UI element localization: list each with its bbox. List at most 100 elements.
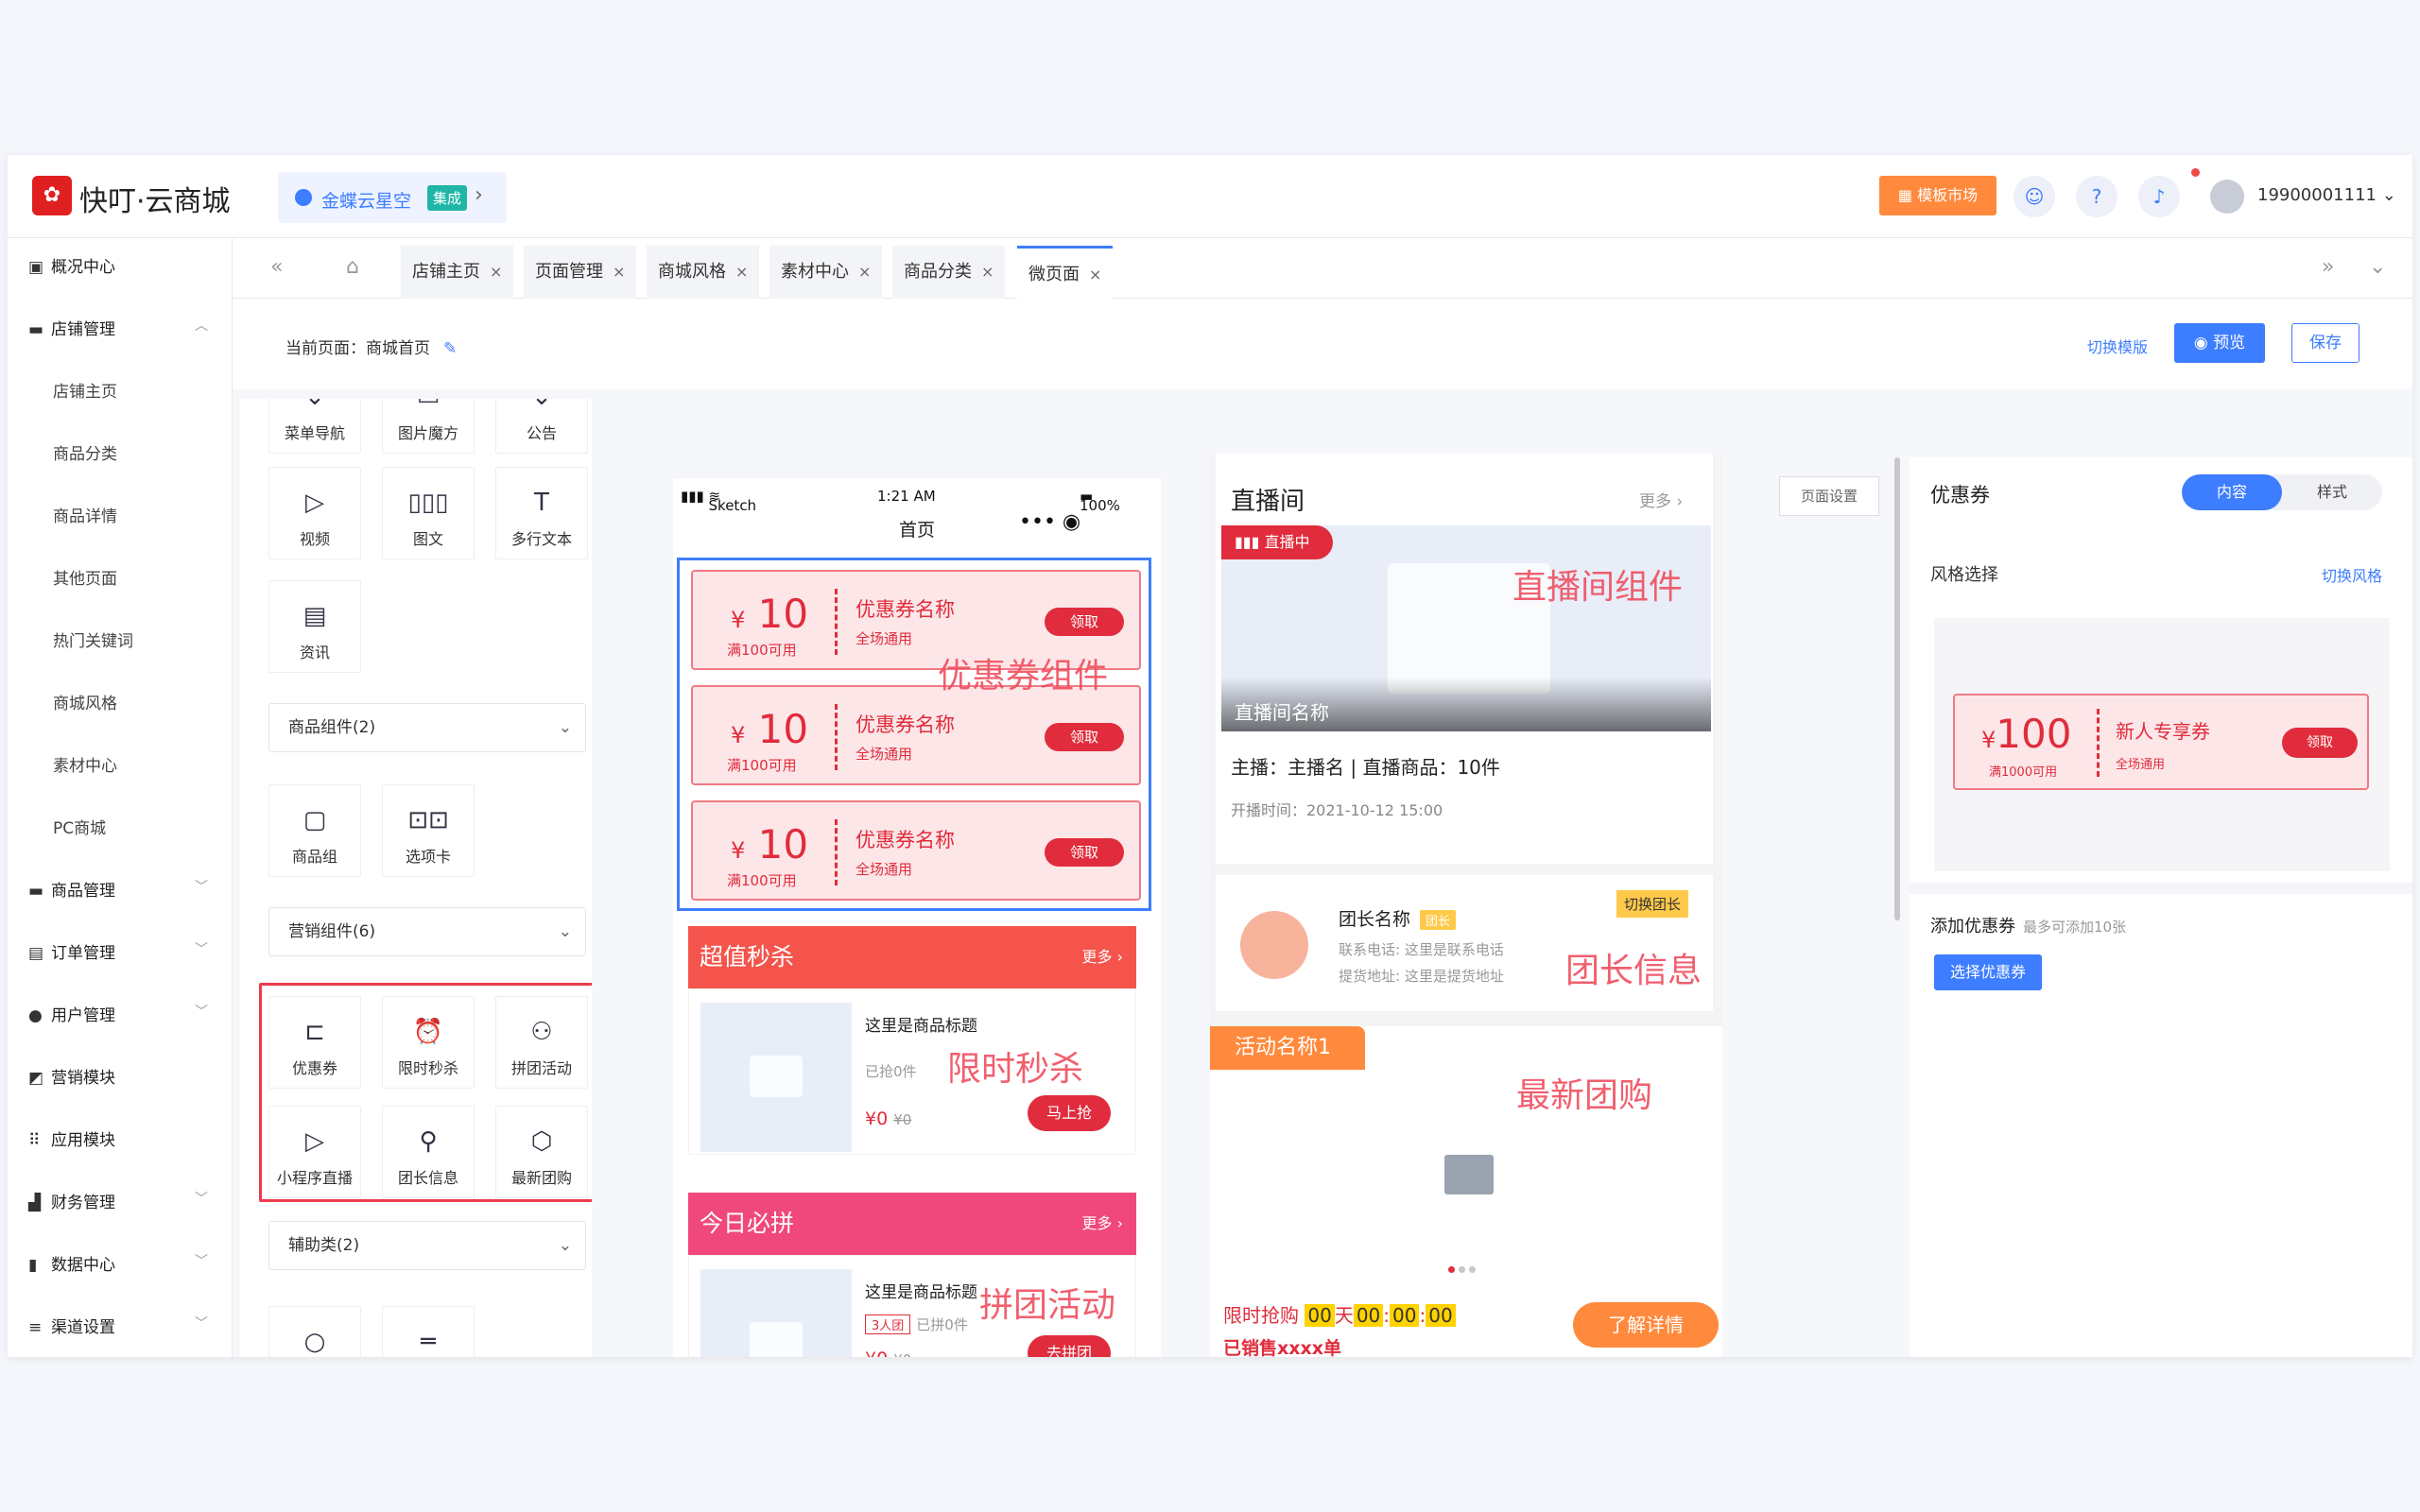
save-button[interactable]: 保存 xyxy=(2291,323,2360,363)
groupbuy-more-link[interactable]: 更多 › xyxy=(1082,1193,1124,1255)
close-icon[interactable]: × xyxy=(613,263,625,281)
component-multiline-text[interactable]: T 多行文本 xyxy=(495,467,588,559)
sidebar-item-goods[interactable]: ▬ 商品管理 ﹀ xyxy=(28,877,208,901)
price-value: ¥0 xyxy=(865,1349,888,1357)
live-more-link[interactable]: 更多 › xyxy=(1639,488,1683,511)
mini-program-capsule[interactable]: ••• ◉ xyxy=(1019,510,1080,534)
preview-button[interactable]: ◉ 预览 xyxy=(2174,323,2265,363)
search-icon: ○ xyxy=(303,1328,326,1356)
sidebar-item-shop[interactable]: ▬ 店铺管理 ︿ xyxy=(28,316,208,339)
component-video[interactable]: ▷ 视频 xyxy=(268,467,361,559)
switch-leader-button[interactable]: 切换团长 xyxy=(1616,890,1689,918)
chevron-down-icon[interactable]: ⌄ xyxy=(2369,255,2386,279)
sidebar-item-marketing[interactable]: ◩ 营销模块 xyxy=(28,1064,115,1088)
switch-style-link[interactable]: 切换风格 xyxy=(2322,563,2382,586)
activity-tab[interactable]: 活动名称1 xyxy=(1210,1026,1365,1070)
marketing-highlight-frame xyxy=(259,983,592,1202)
coupon-card: ¥ 10 满100可用 优惠券名称 全场通用 领取 xyxy=(691,800,1141,901)
tab-shop-home[interactable]: 店铺主页 × xyxy=(401,246,514,299)
tab-page-manage[interactable]: 页面管理 × xyxy=(524,246,637,299)
coupon-divider xyxy=(2097,709,2100,777)
component-notice[interactable]: ⌄ 公告 xyxy=(495,399,588,454)
page-settings-button[interactable]: 页面设置 xyxy=(1779,476,1879,516)
sidebar-item-finance[interactable]: ▟ 财务管理 ﹀ xyxy=(28,1189,208,1212)
sidebar-sub-material[interactable]: 素材中心 xyxy=(53,752,117,776)
template-market-button[interactable]: ▦ 模板市场 xyxy=(1879,176,1996,215)
close-icon[interactable]: × xyxy=(1089,266,1101,284)
goods-components-select[interactable]: 商品组件(2) ⌄ xyxy=(268,703,586,752)
live-room-annotation: 直播间组件 xyxy=(1512,568,1684,607)
claim-button[interactable]: 领取 xyxy=(1045,838,1124,867)
old-price: ¥0 xyxy=(893,1111,912,1128)
buy-now-button[interactable]: 马上抢 xyxy=(1028,1095,1111,1131)
tab-category[interactable]: 商品分类 × xyxy=(892,246,1006,299)
bell-icon[interactable]: ♪ xyxy=(2138,176,2180,217)
help-icon[interactable]: ? xyxy=(2076,176,2118,217)
contact-icon[interactable]: ☺ xyxy=(2014,176,2055,217)
battery-level: 100% xyxy=(1080,497,1120,514)
live-room-card[interactable]: 直播间 更多 › 直播间名称 ▮▮▮ 直播中 主播：主播名 | 直播商品：10件… xyxy=(1216,454,1713,864)
close-icon[interactable]: × xyxy=(981,263,994,281)
sidebar-sub-category[interactable]: 商品分类 xyxy=(53,440,117,464)
marketing-components-select[interactable]: 营销组件(6) ⌄ xyxy=(268,907,586,956)
avatar[interactable] xyxy=(2210,180,2244,214)
sidebar-item-label: 渠道设置 xyxy=(51,1318,115,1337)
sidebar-item-users[interactable]: ● 用户管理 ﹀ xyxy=(28,1002,208,1025)
close-icon[interactable]: × xyxy=(858,263,871,281)
chevron-down-icon: ﹀ xyxy=(195,1316,208,1332)
tab-label: 店铺主页 xyxy=(412,262,480,282)
close-icon[interactable]: × xyxy=(490,263,502,281)
sidebar-sub-goods-detail[interactable]: 商品详情 xyxy=(53,503,117,526)
tab-style[interactable]: 样式 xyxy=(2282,474,2382,510)
tab-micro-page[interactable]: 微页面 × xyxy=(1017,246,1114,299)
aux-components-select[interactable]: 辅助类(2) ⌄ xyxy=(268,1221,586,1270)
tab-content[interactable]: 内容 xyxy=(2182,474,2282,510)
group-size-tag: 3人团 xyxy=(865,1314,911,1334)
component-tab-card[interactable]: ⊡⊡ 选项卡 xyxy=(382,784,475,877)
close-icon[interactable]: × xyxy=(735,263,748,281)
sidebar-item-data[interactable]: ▮ 数据中心 ﹀ xyxy=(28,1251,208,1275)
multiline-text-icon: T xyxy=(534,489,549,517)
edit-icon[interactable]: ✎ xyxy=(443,339,457,358)
tabs-forward-icon[interactable]: » xyxy=(2322,255,2334,279)
coupon-name: 优惠券名称 xyxy=(856,598,955,621)
component-label: 菜单导航 xyxy=(284,424,345,442)
join-group-button[interactable]: 去拼团 xyxy=(1028,1335,1111,1357)
coupon-scope: 全场通用 xyxy=(856,861,913,878)
learn-more-button[interactable]: 了解详情 xyxy=(1573,1302,1719,1348)
live-status-badge: ▮▮▮ 直播中 xyxy=(1221,525,1333,559)
component-image-text[interactable]: ▯▯▯ 图文 xyxy=(382,467,475,559)
claim-button[interactable]: 领取 xyxy=(1045,723,1124,751)
component-goods-group[interactable]: ▢ 商品组 xyxy=(268,784,361,877)
claim-button[interactable]: 领取 xyxy=(1045,608,1124,636)
tab-material[interactable]: 素材中心 × xyxy=(769,246,883,299)
coupon-component-selected[interactable]: ¥ 10 满100可用 优惠券名称 全场通用 领取 ¥ 10 满100可用 优惠… xyxy=(677,558,1151,911)
carousel-dot xyxy=(1448,1266,1455,1273)
sidebar-sub-other-pages[interactable]: 其他页面 xyxy=(53,565,117,589)
choose-coupon-button[interactable]: 选择优惠券 xyxy=(1934,954,2042,990)
component-search[interactable]: ○ xyxy=(268,1306,361,1357)
tabs-back-icon[interactable]: « xyxy=(270,255,283,279)
sidebar-sub-hot-keywords[interactable]: 热门关键词 xyxy=(53,627,133,651)
sidebar-sub-pc-mall[interactable]: PC商城 xyxy=(53,815,106,838)
sidebar-sub-mall-style[interactable]: 商城风格 xyxy=(53,690,117,713)
sidebar-item-orders[interactable]: ▤ 订单管理 ﹀ xyxy=(28,939,208,963)
component-divider[interactable]: ═ xyxy=(382,1306,475,1357)
sidebar-item-overview[interactable]: ▣ 概况中心 xyxy=(28,253,115,277)
select-value: 商品组件(2) xyxy=(288,718,376,737)
component-menu-nav[interactable]: ⌄ 菜单导航 xyxy=(268,399,361,454)
sidebar-item-channel[interactable]: ≡ 渠道设置 ﹀ xyxy=(28,1314,208,1337)
switch-template-link[interactable]: 切换模版 xyxy=(2087,335,2148,357)
component-image-cube[interactable]: ▭ 图片魔方 xyxy=(382,399,475,454)
user-menu[interactable]: 19900001111 ⌄ xyxy=(2257,185,2396,205)
home-icon[interactable]: ⌂ xyxy=(346,255,359,279)
dashboard-icon: ▣ xyxy=(28,258,44,277)
scrollbar[interactable] xyxy=(1894,457,1900,920)
component-news[interactable]: ▤ 资讯 xyxy=(268,580,361,673)
kingdee-integration[interactable]: 金蝶云星空 集成 › xyxy=(278,172,507,223)
sidebar-sub-shop-home[interactable]: 店铺主页 xyxy=(53,378,117,402)
chevron-down-icon: ﹀ xyxy=(195,1192,208,1207)
seckill-more-link[interactable]: 更多 › xyxy=(1082,926,1124,988)
sidebar-item-apps[interactable]: ⠿ 应用模块 xyxy=(28,1126,115,1150)
tab-mall-style[interactable]: 商城风格 × xyxy=(647,246,760,299)
